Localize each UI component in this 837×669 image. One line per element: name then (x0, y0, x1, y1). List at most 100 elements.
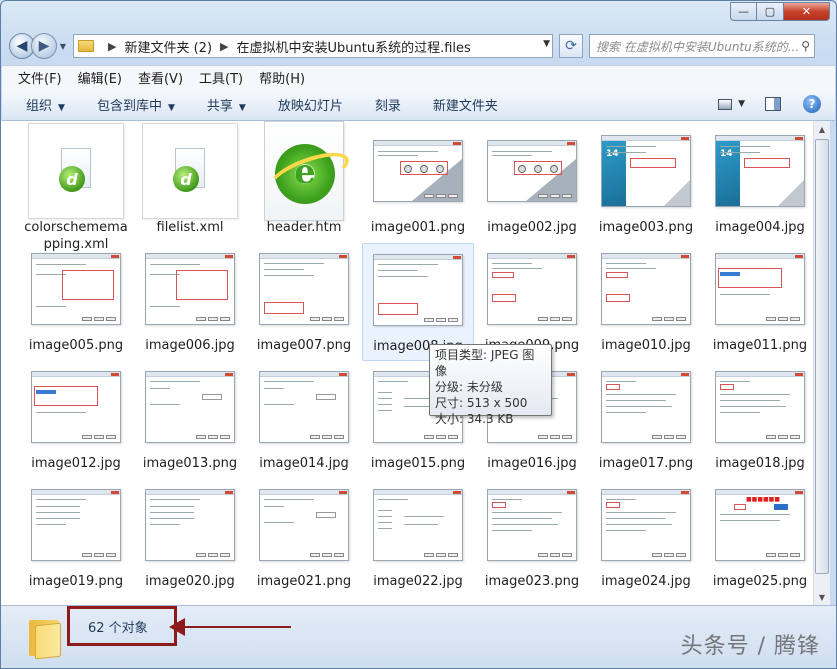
thumbnail-frame: d (142, 123, 238, 219)
file-name: image001.png (370, 220, 466, 235)
breadcrumb-current[interactable]: 在虚拟机中安装Ubuntu系统的过程.files (237, 37, 471, 56)
html-file-icon: e (264, 121, 344, 221)
thumbnail-frame: 14 (598, 125, 694, 217)
organize-button[interactable]: 组织 ▼ (26, 95, 65, 114)
file-item[interactable]: d colorschememapping.xml (20, 123, 132, 252)
file-name: image005.png (28, 338, 124, 353)
scroll-up-icon[interactable]: ▲ (814, 121, 830, 137)
caption-buttons: — ▢ ✕ (730, 2, 830, 21)
search-placeholder: 搜索 在虚拟机中安装Ubuntu系统的... (596, 39, 800, 54)
close-button[interactable]: ✕ (784, 2, 830, 21)
file-item[interactable]: 14 image003.png (590, 125, 702, 243)
thumbnail-frame (28, 479, 124, 571)
image-thumbnail (715, 253, 805, 325)
search-icon[interactable]: ⚲ (801, 39, 810, 53)
file-item[interactable]: e header.htm (248, 121, 360, 243)
command-bar: 组织 ▼ 包含到库中 ▼ 共享 ▼ 放映幻灯片 刻录 新建文件夹 ▼ ? (2, 89, 835, 121)
file-item[interactable]: d filelist.xml (134, 123, 246, 243)
recent-pages-dropdown[interactable]: ▼ (57, 42, 69, 51)
scroll-thumb[interactable] (815, 139, 829, 574)
chevron-down-icon: ▼ (58, 103, 65, 113)
tooltip-type: 项目类型: JPEG 图像 (435, 348, 535, 378)
file-item[interactable]: image018.jpg (704, 361, 813, 479)
maximize-button[interactable]: ▢ (757, 2, 784, 21)
share-label: 共享 (206, 99, 233, 114)
file-name: header.htm (266, 220, 342, 235)
file-name: image015.png (370, 456, 466, 471)
burn-button[interactable]: 刻录 (375, 95, 401, 114)
file-name: image010.jpg (601, 338, 691, 353)
file-item[interactable]: image022.jpg (362, 479, 474, 597)
search-input[interactable]: 搜索 在虚拟机中安装Ubuntu系统的... ⚲ (589, 34, 815, 58)
file-item[interactable]: image010.jpg (590, 243, 702, 361)
thumbnail-frame: ■■■■■■ (712, 479, 808, 571)
folder-icon (78, 40, 94, 52)
back-arrow-icon: ◀ (16, 38, 28, 54)
menu-bar: 文件(F) 编辑(E) 查看(V) 工具(T) 帮助(H) (2, 65, 835, 89)
file-item[interactable]: image017.png (590, 361, 702, 479)
menu-tools[interactable]: 工具(T) (199, 68, 243, 87)
thumbnail-frame: 14 (712, 125, 808, 217)
file-item[interactable]: image023.png (476, 479, 588, 597)
thumbnail-frame (712, 361, 808, 453)
thumbnail-frame (28, 361, 124, 453)
new-folder-button[interactable]: 新建文件夹 (433, 95, 498, 114)
thumbnail-frame (142, 361, 238, 453)
thumbnail-frame (598, 479, 694, 571)
file-item[interactable]: image006.jpg (134, 243, 246, 361)
menu-help[interactable]: 帮助(H) (259, 68, 305, 87)
breadcrumb-separator-icon[interactable]: ▶ (220, 40, 228, 53)
file-item[interactable]: image001.png (362, 125, 474, 243)
preview-pane-icon[interactable] (765, 97, 781, 111)
forward-button[interactable]: ▶ (31, 33, 57, 59)
file-item[interactable]: image012.jpg (20, 361, 132, 479)
include-library-button[interactable]: 包含到库中 ▼ (97, 95, 175, 114)
help-icon[interactable]: ? (803, 95, 821, 113)
thumbnail-frame (484, 125, 580, 217)
slideshow-button[interactable]: 放映幻灯片 (278, 95, 343, 114)
file-name: filelist.xml (156, 220, 224, 235)
file-item[interactable]: image024.jpg (590, 479, 702, 597)
view-dropdown-icon[interactable]: ▼ (738, 99, 745, 109)
thumbnail-frame (598, 361, 694, 453)
thumbnail-frame: d (28, 123, 124, 219)
file-item[interactable]: image007.png (248, 243, 360, 361)
file-item[interactable]: 14 image004.jpg (704, 125, 813, 243)
thumbnail-frame (370, 244, 466, 336)
vertical-scrollbar[interactable]: ▲ ▼ (813, 121, 830, 605)
navigation-bar: ◀ ▶ ▼ ▶ 新建文件夹 (2) ▶ 在虚拟机中安装Ubuntu系统的过程.f… (9, 31, 828, 61)
image-thumbnail (601, 371, 691, 443)
breadcrumb-separator-icon[interactable]: ▶ (108, 40, 116, 53)
image-thumbnail: 14 (601, 135, 691, 207)
file-item[interactable]: image011.png (704, 243, 813, 361)
share-button[interactable]: 共享 ▼ (207, 95, 246, 114)
menu-file[interactable]: 文件(F) (18, 68, 62, 87)
file-item[interactable]: image014.jpg (248, 361, 360, 479)
image-thumbnail (715, 371, 805, 443)
file-item[interactable]: image002.jpg (476, 125, 588, 243)
image-thumbnail (31, 489, 121, 561)
file-item[interactable]: image019.png (20, 479, 132, 597)
breadcrumb-parent[interactable]: 新建文件夹 (2) (124, 37, 212, 56)
file-name: image023.png (484, 574, 580, 589)
address-dropdown-icon[interactable]: ▼ (543, 39, 550, 49)
file-name: image014.jpg (259, 456, 349, 471)
menu-view[interactable]: 查看(V) (138, 68, 183, 87)
file-item[interactable]: image021.png (248, 479, 360, 597)
file-item[interactable]: image013.png (134, 361, 246, 479)
thumbnail-frame (256, 243, 352, 335)
file-item[interactable]: ■■■■■■ image025.png (704, 479, 813, 597)
address-bar[interactable]: ▶ 新建文件夹 (2) ▶ 在虚拟机中安装Ubuntu系统的过程.files ▼ (73, 34, 553, 58)
file-item[interactable]: image020.jpg (134, 479, 246, 597)
file-item[interactable]: image005.png (20, 243, 132, 361)
forward-arrow-icon: ▶ (38, 38, 50, 54)
chevron-down-icon: ▼ (167, 103, 175, 113)
minimize-button[interactable]: — (730, 2, 757, 21)
file-list[interactable]: d colorschememapping.xml d filelist.xml e … (1, 121, 813, 605)
refresh-button[interactable]: ⟳ (559, 34, 583, 58)
change-view-icon[interactable] (718, 98, 733, 110)
scroll-down-icon[interactable]: ▼ (814, 589, 830, 605)
watermark: 头条号 / 腾锋 (680, 634, 820, 659)
menu-edit[interactable]: 编辑(E) (78, 68, 122, 87)
file-name: image022.jpg (373, 574, 463, 589)
